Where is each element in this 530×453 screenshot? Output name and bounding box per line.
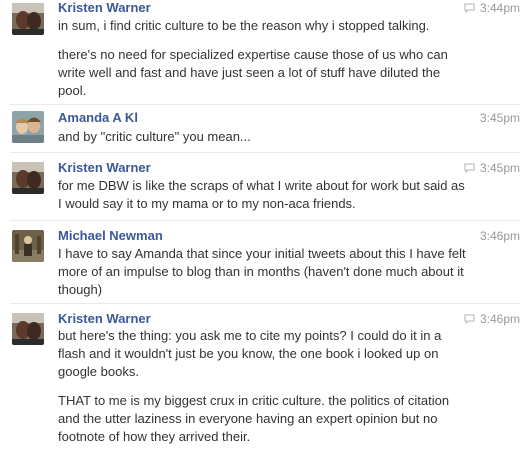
avatar[interactable] (12, 162, 44, 194)
message-body: and by "critic culture" you mean... (58, 128, 468, 146)
message-body: for me DBW is like the scraps of what I … (58, 177, 468, 213)
message-item: Kristen Warner 3:44pm in sum, i find cri… (0, 0, 530, 105)
message-paragraph: and by "critic culture" you mean... (58, 129, 251, 144)
message-divider (10, 303, 520, 304)
avatar-michael-newman-image (12, 230, 44, 262)
avatar[interactable] (12, 3, 44, 35)
message-item: Kristen Warner 3:46pm but here's the thi… (0, 309, 530, 453)
chat-bubble-icon (464, 3, 475, 13)
sender-name[interactable]: Michael Newman (58, 228, 163, 244)
message-paragraph: but here's the thing: you ask me to cite… (58, 328, 442, 379)
message-divider (10, 104, 520, 105)
avatar-kristen-warner-image (12, 313, 44, 345)
sender-name[interactable]: Amanda A Kl (58, 110, 138, 126)
message-body: I have to say Amanda that since your ini… (58, 245, 468, 299)
chat-bubble-icon (464, 314, 475, 324)
message-time-label: 3:46pm (479, 229, 520, 243)
message-paragraph: THAT to me is my biggest crux in critic … (58, 393, 450, 444)
avatar-kristen-warner-image (12, 162, 44, 194)
message-paragraph: for me DBW is like the scraps of what I … (58, 178, 465, 211)
message-time: 3:45pm (480, 110, 520, 126)
message-time-label: 3:44pm (479, 1, 520, 15)
message-time: 3:44pm (464, 0, 520, 16)
avatar-amanda-image (12, 111, 44, 143)
message-paragraph: in sum, i find critic culture to be the … (58, 18, 430, 33)
message-paragraph: I have to say Amanda that since your ini… (58, 246, 466, 297)
sender-name[interactable]: Kristen Warner (58, 311, 151, 327)
sender-name[interactable]: Kristen Warner (58, 160, 151, 176)
message-time-label: 3:45pm (479, 161, 520, 175)
avatar[interactable] (12, 230, 44, 262)
message-divider (10, 220, 520, 221)
message-item: Amanda A Kl 3:45pm and by "critic cultur… (0, 108, 530, 156)
message-item: Kristen Warner 3:45pm for me DBW is like… (0, 159, 530, 221)
message-paragraph: there's no need for specialized expertis… (58, 47, 448, 98)
message-thread: Kristen Warner 3:44pm in sum, i find cri… (0, 0, 530, 453)
message-time: 3:46pm (464, 311, 520, 327)
message-time-label: 3:46pm (479, 312, 520, 326)
message-time: 3:45pm (464, 160, 520, 176)
message-time-label: 3:45pm (479, 111, 520, 125)
message-time: 3:46pm (480, 228, 520, 244)
message-item: Michael Newman 3:46pm I have to say Aman… (0, 226, 530, 304)
chat-bubble-icon (464, 163, 475, 173)
avatar[interactable] (12, 111, 44, 143)
message-divider (10, 152, 520, 153)
message-body: but here's the thing: you ask me to cite… (58, 327, 468, 446)
avatar-kristen-warner-image (12, 3, 44, 35)
avatar[interactable] (12, 313, 44, 345)
message-body: in sum, i find critic culture to be the … (58, 17, 468, 100)
sender-name[interactable]: Kristen Warner (58, 0, 151, 16)
